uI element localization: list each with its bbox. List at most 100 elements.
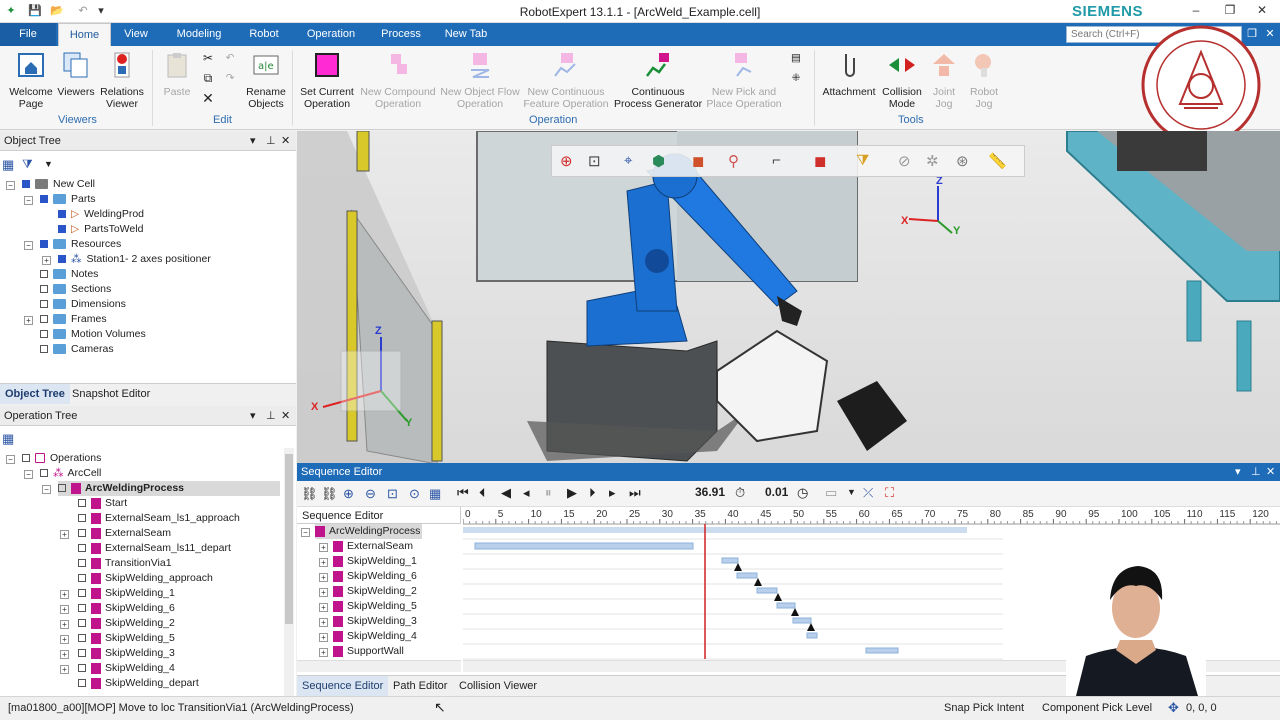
tree-item-operations[interactable]: Operations [22, 451, 101, 466]
new-compound-operation-button[interactable]: New Compound Operation [358, 50, 438, 110]
tree-item-resources[interactable]: Resources [40, 237, 121, 252]
expand-toggle[interactable]: + [319, 648, 328, 657]
tree-item-skipwelding-3[interactable]: SkipWelding_3 [78, 646, 175, 661]
redo-small-icon[interactable]: ↷ [222, 72, 238, 84]
collapse-toggle[interactable]: − [6, 455, 15, 464]
tree-item-parts[interactable]: Parts [40, 192, 96, 207]
seq-row-skipwelding-5[interactable]: SkipWelding_5 [333, 599, 417, 614]
tree-item-cameras[interactable]: Cameras [40, 342, 114, 357]
tab-object-tree[interactable]: Object Tree [0, 384, 70, 404]
play-backward-slow-icon[interactable]: ◂ [523, 485, 530, 501]
tab-path-editor[interactable]: Path Editor [393, 680, 447, 692]
time-step-display[interactable]: 0.01 [765, 485, 788, 499]
seq-row-skipwelding-6[interactable]: SkipWelding_6 [333, 569, 417, 584]
link-icon[interactable]: ⛓ [301, 486, 318, 502]
tab-collision-viewer[interactable]: Collision Viewer [459, 680, 537, 692]
selection-filter-icon[interactable]: ⌐ [772, 152, 781, 169]
collapse-toggle[interactable]: − [24, 470, 33, 479]
relations-viewer-button[interactable]: Relations Viewer [98, 50, 146, 110]
viewers-button[interactable]: Viewers [56, 50, 96, 98]
expand-toggle[interactable]: + [60, 665, 69, 674]
time-interval-icon[interactable]: ⏱ [735, 485, 745, 501]
delete-icon[interactable]: ✕ [198, 91, 218, 105]
tab-view[interactable]: View [114, 23, 158, 46]
tab-home[interactable]: Home [58, 23, 111, 46]
robot-jog-button[interactable]: Robot Jog [964, 50, 1004, 110]
collapse-toggle[interactable]: − [301, 528, 310, 537]
operation-list-icon[interactable]: ▤ [788, 52, 804, 64]
expand-toggle[interactable]: + [60, 620, 69, 629]
attachment-button[interactable]: Attachment [818, 50, 880, 98]
minimize-button[interactable]: – [1186, 3, 1206, 19]
object-display-icon[interactable]: ◼ [814, 152, 826, 170]
lighting-icon[interactable]: ⚲ [728, 152, 739, 170]
tree-item-arcweldingprocess[interactable]: ArcWeldingProcess [58, 481, 280, 496]
tree-item-skipwelding-4[interactable]: SkipWelding_4 [78, 661, 175, 676]
continuous-process-generator-button[interactable]: Continuous Process Generator [612, 50, 704, 110]
panel-close-icon[interactable]: ✕ [281, 131, 290, 151]
collapse-toggle[interactable]: − [24, 241, 33, 250]
rows-hscrollbar[interactable] [297, 660, 461, 672]
view-cube-icon[interactable]: ⬢ [652, 152, 665, 170]
jump-forward-icon[interactable]: ▸ [609, 485, 616, 501]
ruler-icon[interactable]: 📏 [988, 152, 1007, 170]
tree-item-externalseam-depart[interactable]: ExternalSeam_ls11_depart [78, 541, 231, 556]
close-button[interactable]: ✕ [1252, 3, 1272, 19]
tab-modeling[interactable]: Modeling [168, 23, 230, 46]
snap-pick-intent[interactable]: Snap Pick Intent [944, 702, 1024, 714]
zoom-out-icon[interactable]: ⊖ [365, 486, 376, 502]
panel-menu-icon[interactable]: ▾ [250, 406, 256, 426]
pick-level[interactable]: Component Pick Level [1042, 702, 1152, 714]
seq-row-externalseam[interactable]: ExternalSeam [333, 539, 413, 554]
rename-objects-button[interactable]: a|e Rename Objects [244, 50, 288, 110]
dropdown-arrow-icon[interactable]: ▼ [847, 487, 856, 497]
collapse-toggle[interactable]: − [6, 181, 15, 190]
tree-item-start[interactable]: Start [78, 496, 127, 511]
tree-item-notes[interactable]: Notes [40, 267, 98, 282]
pause-icon[interactable]: ⏸ [545, 485, 552, 501]
pin-icon[interactable]: ⊥ [266, 406, 276, 426]
step-back-icon[interactable]: ⏴ [479, 485, 486, 501]
monitor-icon[interactable]: ▭ [825, 485, 837, 501]
undo-small-icon[interactable]: ↶ [222, 52, 238, 64]
welcome-page-button[interactable]: Welcome Page [6, 50, 56, 110]
tree-item-skipwelding-1[interactable]: SkipWelding_1 [78, 586, 175, 601]
zoom-in-icon[interactable]: ⊕ [343, 486, 354, 502]
seq-row-skipwelding-1[interactable]: SkipWelding_1 [333, 554, 417, 569]
tree-options-icon[interactable]: ▦ [2, 157, 14, 173]
expand-toggle[interactable]: + [319, 558, 328, 567]
seq-row-arcweldingprocess[interactable]: ArcWeldingProcess [315, 524, 423, 539]
tree-item-station1[interactable]: ⁂ Station1- 2 axes positioner [58, 252, 211, 267]
tree-item-skipwelding-depart[interactable]: SkipWelding_depart [78, 676, 199, 691]
collision-mode-button[interactable]: Collision Mode [880, 50, 924, 110]
expand-toggle[interactable]: + [319, 573, 328, 582]
tree-item-partstoweld[interactable]: ▷ PartsToWeld [58, 222, 143, 237]
grid-icon[interactable]: ▦ [429, 486, 441, 502]
render-mode-icon[interactable]: ◼ [692, 152, 704, 170]
expand-toggle[interactable]: + [42, 256, 51, 265]
operation-tree-scrollbar[interactable] [284, 448, 294, 696]
tree-item-skipwelding-6[interactable]: SkipWelding_6 [78, 601, 175, 616]
step-forward-icon[interactable]: ⏵ [589, 485, 596, 501]
tab-robot[interactable]: Robot [240, 23, 288, 46]
expand-toggle[interactable]: + [319, 633, 328, 642]
new-object-flow-operation-button[interactable]: New Object Flow Operation [440, 50, 520, 110]
tree-item-weldingprod[interactable]: ▷ WeldingProd [58, 207, 144, 222]
snapshot-icon[interactable]: ⊘ [898, 152, 911, 170]
collision-check-icon[interactable]: ⛶ [885, 485, 894, 501]
section-icon[interactable]: ✲ [926, 152, 939, 170]
operation-tree-icon[interactable]: ⁜ [788, 72, 804, 84]
ribbon-close-icon[interactable]: ✕ [1262, 23, 1278, 46]
play-backward-icon[interactable]: ◀ [501, 485, 511, 501]
restore-button[interactable]: ❐ [1220, 3, 1240, 19]
tree-item-skipwelding-2[interactable]: SkipWelding_2 [78, 616, 175, 631]
expand-toggle[interactable]: + [319, 588, 328, 597]
zoom-window-icon[interactable]: ⊡ [588, 152, 601, 170]
graphic-viewer[interactable]: Z X Y Z X Y ⊕ ⊡ ⌖ ⬢ ◼ ⚲ ⌐ ◼ ⧩ ⊘ ✲ ⊛ 📏 [297, 131, 1280, 464]
tree-item-externalseam-approach[interactable]: ExternalSeam_ls1_approach [78, 511, 240, 526]
seq-row-supportwall[interactable]: SupportWall [333, 644, 404, 659]
pin-icon[interactable]: ⊥ [1251, 463, 1261, 481]
cut-icon[interactable]: ✂ [198, 52, 218, 64]
expand-toggle[interactable]: + [60, 650, 69, 659]
clock-icon[interactable]: ◷ [797, 485, 808, 501]
